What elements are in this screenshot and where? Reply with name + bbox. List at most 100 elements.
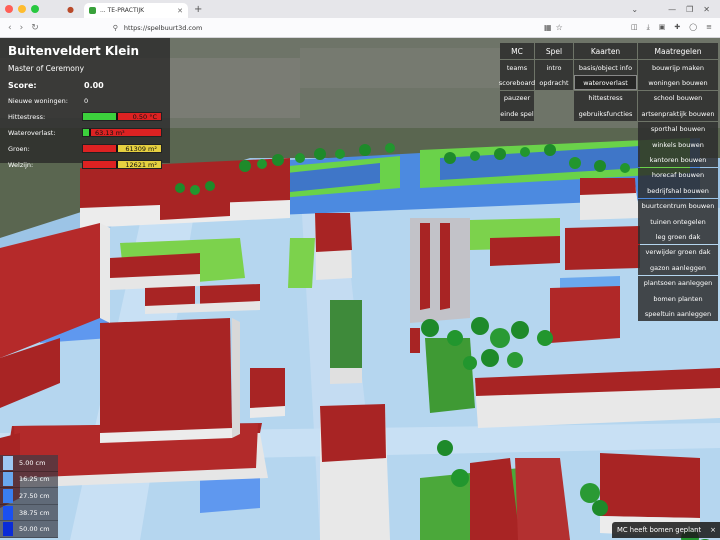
woningen-value: 0 [84, 97, 89, 105]
groen-label: Groen: [8, 144, 30, 153]
new-tab-button[interactable]: + [194, 4, 202, 15]
minimize-window-icon[interactable] [18, 5, 26, 13]
restore-icon[interactable]: ❐ [686, 5, 693, 14]
menu-header-mc[interactable]: MC [500, 43, 534, 59]
close-window-icon[interactable] [5, 5, 13, 13]
building[interactable] [250, 368, 285, 418]
menu-item-plantsoen-aanleggen[interactable]: plantsoen aanleggen [638, 275, 718, 291]
building[interactable] [330, 300, 362, 384]
groen-value: 61309 m² [125, 145, 157, 153]
pocket-icon[interactable]: ◫ [631, 23, 638, 32]
downloads-icon[interactable]: ⤓ [647, 23, 650, 32]
back-button[interactable]: ‹ [8, 23, 12, 33]
menu-icon[interactable]: ≡ [706, 23, 712, 32]
menu-item-basis-object-info[interactable]: basis/object info [574, 60, 637, 75]
favicon-icon [88, 7, 96, 14]
menu-item-einde-spel[interactable]: einde spel [500, 106, 534, 122]
building[interactable] [410, 218, 470, 323]
menu-item-bomen-planten[interactable]: bomen planten [638, 291, 718, 306]
building[interactable] [580, 178, 640, 220]
building[interactable] [145, 284, 260, 314]
menu-header-spel[interactable]: Spel [535, 43, 573, 59]
legend-item: 27.50 cm [0, 488, 58, 505]
minimize-icon[interactable]: — [668, 5, 676, 14]
reload-button[interactable]: ↻ [31, 23, 39, 33]
extensions-icon[interactable]: ✚ [674, 23, 680, 32]
welzijn-row: Welzijn: 12621 m² [8, 160, 162, 169]
menu-header-maatregelen[interactable]: Maatregelen [638, 43, 718, 59]
forward-button[interactable]: › [20, 23, 24, 33]
menu-item-speeltuin-aanleggen[interactable]: speeltuin aanleggen [638, 306, 718, 322]
menu-item-scoreboard[interactable]: scoreboard [499, 75, 535, 91]
pinned-tab-icon[interactable]: ● [67, 5, 74, 14]
welzijn-value: 12621 m² [125, 161, 157, 169]
menu-header-kaarten[interactable]: Kaarten [574, 43, 637, 59]
menu-item-bedrijfshal-bouwen[interactable]: bedrijfshal bouwen [638, 183, 718, 199]
maximize-window-icon[interactable] [31, 5, 39, 13]
legend-item: 50.00 cm [0, 521, 58, 538]
menu-item-pauzeer[interactable]: pauzeer [500, 90, 534, 106]
close-icon[interactable]: ✕ [703, 5, 710, 14]
building[interactable] [475, 368, 720, 428]
menu-item-wateroverlast[interactable]: wateroverlast [574, 75, 637, 91]
score-row: Score: 0.00 [8, 81, 162, 90]
wateroverlast-row: Wateroverlast: 63.13 m³ [8, 128, 162, 137]
menu-item-tuinen-ontegelen[interactable]: tuinen ontegelen [638, 214, 718, 229]
building[interactable] [100, 318, 240, 443]
url-text[interactable]: https://spelbuurt3d.com [124, 24, 540, 32]
welzijn-label: Welzijn: [8, 160, 34, 169]
menu-item-intro[interactable]: intro [535, 60, 573, 75]
menu-item-winkels-bouwen[interactable]: winkels bouwen [638, 137, 718, 152]
wateroverlast-value: 63.13 m³ [95, 129, 125, 137]
legend-swatch [3, 505, 13, 520]
close-tab-icon[interactable]: ✕ [177, 7, 183, 15]
building[interactable] [110, 253, 200, 290]
legend-label: 27.50 cm [19, 491, 50, 500]
building[interactable] [315, 213, 352, 280]
menu-item-verwijder-groen-dak[interactable]: verwijder groen dak [638, 244, 718, 260]
close-notification-button[interactable]: × [710, 526, 716, 534]
legend-label: 38.75 cm [19, 508, 50, 517]
menu-item-buurtcentrum-bouwen[interactable]: buurtcentrum bouwen [638, 198, 718, 214]
legend-swatch [3, 488, 13, 503]
menu-item-bouwrijp-maken[interactable]: bouwrijp maken [638, 60, 718, 75]
building[interactable] [320, 404, 390, 540]
browser-tab[interactable]: ... TE-PRACTIJK ✕ [83, 3, 188, 18]
wateroverlast-bar: 63.13 m³ [82, 128, 162, 137]
legend-swatch [3, 522, 13, 537]
legend-label: 50.00 cm [19, 525, 50, 534]
building[interactable] [470, 458, 570, 540]
hittestress-bar: 0.50 °C [82, 112, 162, 121]
tab-list-chevron-icon[interactable]: ⌄ [631, 5, 638, 14]
menu-item-leg-groen-dak[interactable]: leg groen dak [638, 229, 718, 245]
menu-item-horecaf-bouwen[interactable]: horecaf bouwen [638, 167, 718, 183]
water-depth-legend: 5.00 cm 16.25 cm 27.50 cm 38.75 cm 50.00 cm [0, 455, 58, 538]
address-bar[interactable]: ⚲ https://spelbuurt3d.com ▦ ☆ [113, 23, 563, 32]
browser-tab-bar: ● ... TE-PRACTIJK ✕ + ⌄ — ❐ ✕ [0, 0, 720, 18]
menu-item-woningen-bouwen[interactable]: woningen bouwen [638, 75, 718, 91]
menu-item-school-bouwen[interactable]: school bouwen [638, 90, 718, 106]
woningen-label: Nieuwe woningen: [8, 97, 68, 105]
legend-swatch [3, 472, 13, 487]
legend-item: 38.75 cm [0, 504, 58, 522]
menu-item-opdracht[interactable]: opdracht [535, 75, 573, 91]
menu-item-teams[interactable]: teams [500, 60, 534, 75]
menu-item-hittestress[interactable]: hittestress [574, 90, 637, 106]
legend-swatch [3, 455, 13, 470]
bookmark-star-icon[interactable]: ☆ [556, 23, 563, 32]
account-icon[interactable]: ◯ [689, 23, 697, 32]
tab-title: ... TE-PRACTIJK [99, 7, 145, 14]
score-value: 0.00 [84, 81, 104, 90]
screenshot-icon[interactable]: ▣ [659, 23, 666, 32]
menu-item-gebruiksfuncties[interactable]: gebruiksfuncties [574, 106, 637, 122]
menu-item-artsenpraktijk-bouwen[interactable]: artsenpraktijk bouwen [638, 106, 718, 122]
menu-item-kantoren-bouwen[interactable]: kantoren bouwen [638, 152, 718, 168]
browser-nav-bar: ‹ › ↻ ⚲ https://spelbuurt3d.com ▦ ☆ ◫ ⤓ … [0, 18, 720, 38]
reader-view-icon[interactable]: ▦ [544, 23, 552, 32]
security-lock-icon[interactable]: ⚲ [113, 24, 118, 32]
menu-item-sporthal-bouwen[interactable]: sporthal bouwen [638, 121, 718, 137]
groen-bar: 61309 m² [82, 144, 162, 153]
legend-label: 16.25 cm [19, 475, 50, 484]
menu-item-gazon-aanleggen[interactable]: gazon aanleggen [638, 260, 718, 276]
legend-item: 5.00 cm [0, 455, 58, 472]
